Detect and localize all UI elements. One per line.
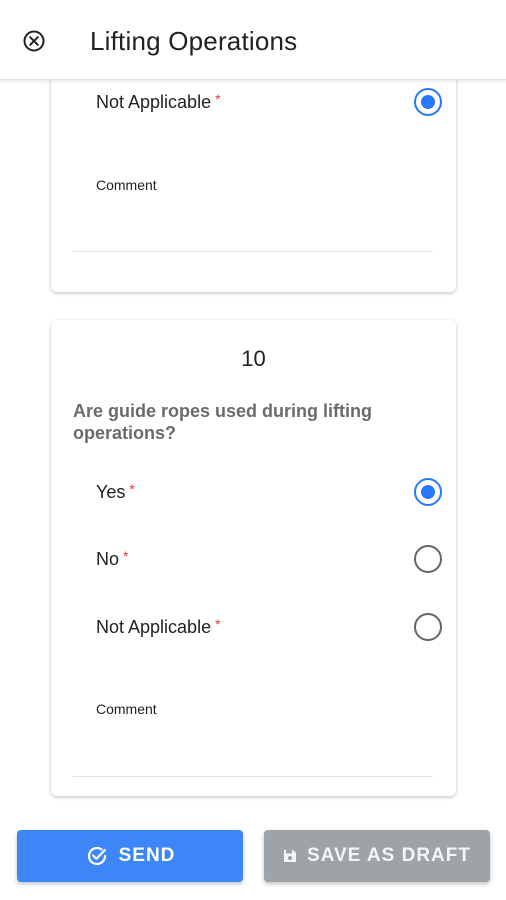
required-mark: * [129,481,135,497]
send-button[interactable]: SEND [17,830,243,882]
option-label: Not Applicable * [96,616,221,637]
option-no[interactable]: No * [96,541,442,577]
required-mark: * [215,616,221,632]
option-not-applicable[interactable]: Not Applicable * [96,84,442,120]
radio-no[interactable] [414,545,442,573]
comment-underline [73,776,433,777]
question-number: 10 [241,346,266,371]
comment-label: Comment [96,701,157,717]
radio-yes[interactable] [414,478,442,506]
check-circle-icon [85,844,109,868]
save-icon [283,849,297,863]
comment-input[interactable] [73,720,433,776]
comment-input[interactable] [73,195,433,251]
question-card-10: 10 Are guide ropes used during lifting o… [51,320,456,796]
app: Lifting Operations Not Applicable * Comme… [0,0,506,900]
option-label: No * [96,548,129,569]
close-button[interactable] [22,29,46,53]
option-label: Not Applicable * [96,91,221,112]
required-mark: * [215,91,221,107]
option-yes[interactable]: Yes * [96,474,442,510]
page-title: Lifting Operations [90,26,298,56]
required-mark: * [123,548,129,564]
comment-underline [73,251,433,252]
form-content[interactable]: Not Applicable * Comment 10 Are guide rop… [0,80,506,900]
option-not-applicable[interactable]: Not Applicable * [96,609,442,645]
radio-not-applicable[interactable] [414,88,442,116]
send-label: SEND [118,845,176,866]
comment-label: Comment [96,177,157,193]
app-header: Lifting Operations [0,0,506,80]
radio-not-applicable[interactable] [414,613,442,641]
close-circle-icon [23,30,45,52]
question-text: Are guide ropes used during lifting oper… [73,401,373,443]
option-label: Yes * [96,481,135,502]
save-as-draft-button[interactable]: SAVE AS DRAFT [264,830,490,882]
question-card-previous: Not Applicable * Comment [51,80,456,292]
save-as-draft-label: SAVE AS DRAFT [307,845,471,866]
